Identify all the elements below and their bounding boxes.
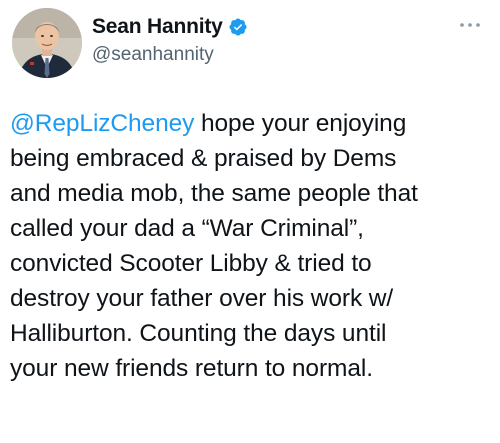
tweet-line: your new friends return to normal.: [10, 355, 373, 382]
tweet-line: being embraced & praised by Dems: [10, 145, 397, 172]
tweet-line: convicted Scooter Libby & tried to: [10, 250, 372, 277]
tweet-line: destroy your father over his work w/: [10, 285, 394, 312]
tweet-line: @RepLizCheney hope your enjoying: [10, 106, 494, 141]
tweet-line: called your dad a “War Criminal”,: [10, 215, 364, 242]
tweet-line-text: hope your enjoying: [194, 110, 407, 137]
author-handle[interactable]: @seanhannity: [92, 44, 248, 66]
author-names: Sean Hannity @seanhannity: [92, 14, 248, 66]
tweet-header: Sean Hannity @seanhannity: [12, 8, 488, 78]
avatar[interactable]: [12, 8, 82, 78]
mention-link[interactable]: @RepLizCheney: [10, 110, 194, 137]
display-name-row: Sean Hannity: [92, 14, 248, 40]
tweet-line: and media mob, the same people that: [10, 180, 418, 207]
tweet-text: @RepLizCheney hope your enjoying being e…: [10, 106, 494, 386]
tweet-line: Halliburton. Counting the days until: [10, 320, 387, 347]
tweet-card: Sean Hannity @seanhannity @RepLizCheney …: [0, 0, 500, 443]
more-options-icon[interactable]: [458, 18, 482, 32]
verified-badge-icon: [228, 17, 248, 37]
author-display-name[interactable]: Sean Hannity: [92, 15, 223, 39]
profile-photo-icon: [12, 8, 82, 78]
